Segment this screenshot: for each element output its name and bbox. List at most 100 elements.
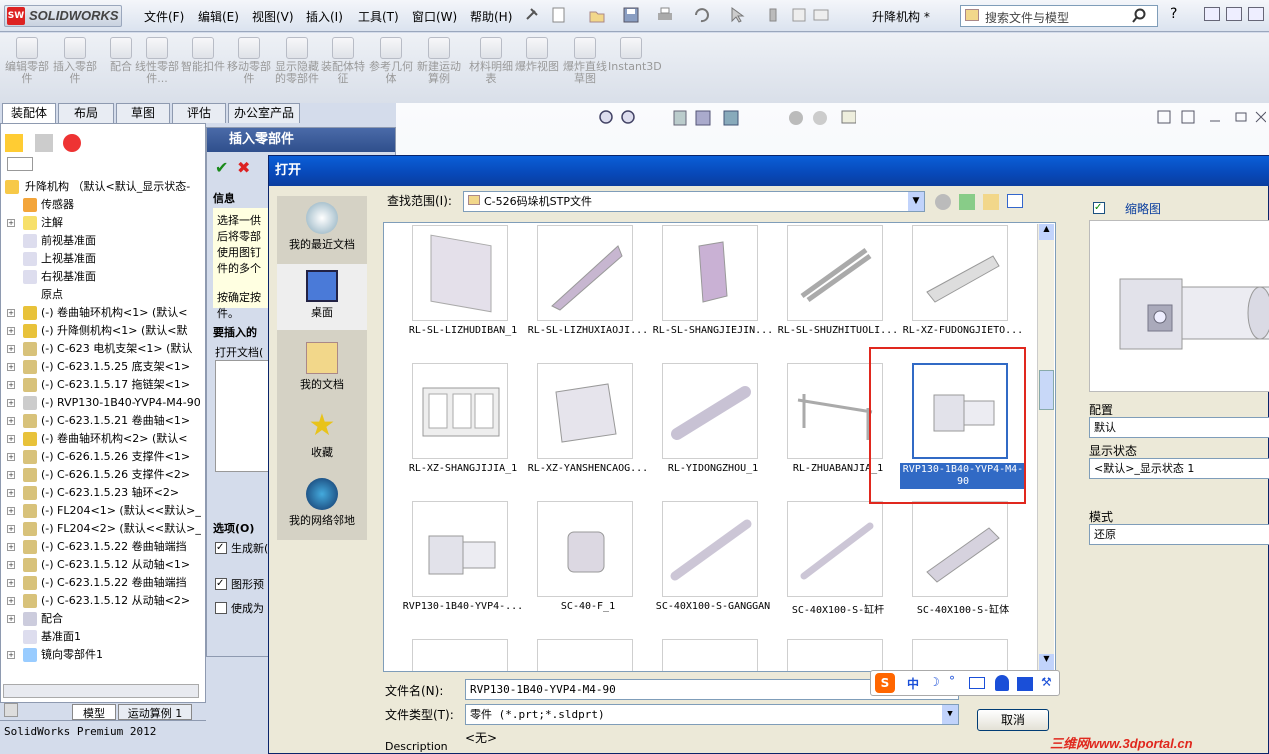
place-my-documents[interactable]: 我的文档 — [277, 342, 367, 392]
file-item[interactable] — [400, 639, 518, 671]
tree-item-20[interactable]: + (-) C-623.1.5.12 从动轴<1> — [1, 556, 205, 574]
config-select[interactable]: 默认 — [1089, 417, 1269, 438]
save-icon[interactable] — [622, 6, 640, 24]
solidworks-logo[interactable]: SW SOLIDWORKS — [4, 5, 122, 27]
ribbon-button-10[interactable]: 材料明细表 — [468, 37, 514, 99]
look-in-select[interactable]: C-526码垛机STP文件 ▼ — [463, 191, 925, 212]
file-properties-icon[interactable] — [790, 6, 808, 24]
wrench-icon[interactable]: ⚒ — [1041, 675, 1052, 689]
expand-icon[interactable]: + — [7, 579, 15, 587]
menu-view[interactable]: 视图(V) — [252, 8, 294, 25]
expand-icon[interactable]: + — [7, 489, 15, 497]
tree-item-15[interactable]: + (-) C-626.1.5.26 支撑件<2> — [1, 466, 205, 484]
tree-item-12[interactable]: + (-) C-623.1.5.21 卷曲轴<1> — [1, 412, 205, 430]
restore-button[interactable] — [1226, 7, 1242, 21]
viewport-window-controls[interactable] — [1156, 109, 1266, 125]
expand-icon[interactable]: + — [7, 543, 15, 551]
expand-icon[interactable]: + — [7, 363, 15, 371]
tree-item-18[interactable]: + (-) FL204<2> (默认<<默认>_ — [1, 520, 205, 538]
property-manager-icon[interactable] — [35, 134, 53, 152]
search-icon[interactable] — [1131, 8, 1147, 24]
tree-item-25[interactable]: + 镜向零部件1 — [1, 646, 205, 664]
expand-icon[interactable]: + — [7, 597, 15, 605]
expand-icon[interactable]: + — [7, 309, 15, 317]
open-documents-list[interactable] — [215, 360, 271, 472]
ribbon-button-13[interactable]: Instant3D — [608, 37, 662, 99]
ime-toolbar[interactable]: S 中 ☽ ° ⚒ — [870, 670, 1060, 696]
expand-icon[interactable]: + — [7, 381, 15, 389]
punctuation-icon[interactable]: ° — [949, 674, 955, 688]
file-item[interactable]: SC-40X100-S-缸杆 — [775, 501, 893, 621]
close-button[interactable] — [1248, 7, 1264, 21]
tree-item-0[interactable]: 传感器 — [1, 196, 205, 214]
tab-scroll-first-icon[interactable] — [4, 703, 18, 717]
filetype-select[interactable]: 零件 (*.prt;*.sldprt) ▼ — [465, 704, 959, 725]
expand-icon[interactable]: + — [7, 651, 15, 659]
mode-select[interactable]: 还原 — [1089, 524, 1269, 545]
file-item[interactable]: SC-40X100-S-GANGGAN — [650, 501, 770, 621]
rebuild-icon[interactable] — [764, 6, 782, 24]
tab-sketch[interactable]: 草图 — [116, 103, 170, 123]
back-icon[interactable] — [935, 194, 951, 210]
expand-icon[interactable]: + — [7, 525, 15, 533]
undo-icon[interactable] — [692, 6, 710, 24]
tree-item-22[interactable]: + (-) C-623.1.5.12 从动轴<2> — [1, 592, 205, 610]
minimize-button[interactable] — [1204, 7, 1220, 21]
tab-layout[interactable]: 布局 — [58, 103, 114, 123]
filter-icon[interactable] — [7, 157, 33, 171]
ribbon-button-9[interactable]: 新建运动算例 — [416, 37, 462, 99]
thumbnail-checkbox[interactable]: ✓ — [1093, 202, 1105, 214]
place-favorites[interactable]: ★ 收藏 — [277, 410, 367, 460]
tab-motion-study[interactable]: 运动算例 1 — [118, 704, 192, 720]
ime-language-indicator[interactable]: 中 — [907, 675, 919, 692]
tree-item-14[interactable]: + (-) C-626.1.5.26 支撑件<1> — [1, 448, 205, 466]
open-document-icon[interactable] — [588, 6, 606, 24]
tree-item-1[interactable]: + 注解 — [1, 214, 205, 232]
cancel-button[interactable]: 取消 — [977, 709, 1049, 731]
file-item[interactable] — [900, 639, 1018, 671]
file-item[interactable]: RVP130-1B40-YVP4-... — [400, 501, 523, 621]
file-item[interactable]: RL-XZ-SHANGJIJIA_1 — [400, 363, 518, 483]
tree-item-9[interactable]: + (-) C-623.1.5.25 底支架<1> — [1, 358, 205, 376]
tree-item-23[interactable]: + 配合 — [1, 610, 205, 628]
file-item[interactable] — [650, 639, 768, 671]
tree-item-10[interactable]: + (-) C-623.1.5.17 拖链架<1> — [1, 376, 205, 394]
tree-item-17[interactable]: + (-) FL204<1> (默认<<默认>_ — [1, 502, 205, 520]
tree-item-7[interactable]: + (-) 升降侧机构<1> (默认<默 — [1, 322, 205, 340]
expand-icon[interactable]: + — [7, 399, 15, 407]
chevron-down-icon[interactable]: ▼ — [908, 192, 924, 211]
tree-item-3[interactable]: 上视基准面 — [1, 250, 205, 268]
ribbon-button-7[interactable]: 装配体特征 — [320, 37, 366, 99]
appearance-icon[interactable] — [63, 134, 81, 152]
tree-item-2[interactable]: 前视基准面 — [1, 232, 205, 250]
keyboard-icon[interactable] — [969, 677, 985, 689]
tab-model[interactable]: 模型 — [72, 704, 116, 720]
menu-file[interactable]: 文件(F) — [144, 8, 184, 25]
new-folder-icon[interactable] — [983, 194, 999, 210]
menu-insert[interactable]: 插入(I) — [306, 8, 343, 25]
menu-tools[interactable]: 工具(T) — [358, 8, 399, 25]
scroll-thumb[interactable] — [1039, 370, 1054, 410]
file-item[interactable]: RL-XZ-FUDONGJIETO... — [900, 225, 1023, 345]
menu-window[interactable]: 窗口(W) — [412, 8, 457, 25]
ok-check-icon[interactable]: ✔ — [215, 158, 228, 177]
view-menu-icon[interactable] — [1007, 194, 1023, 208]
tree-item-24[interactable]: 基准面1 — [1, 628, 205, 646]
tree-item-21[interactable]: + (-) C-623.1.5.22 卷曲轴端挡 — [1, 574, 205, 592]
heads-up-view-toolbar[interactable] — [596, 109, 856, 127]
file-grid-scrollbar[interactable]: ▲ ▼ — [1037, 224, 1054, 670]
tree-root-assembly[interactable]: 升降机构 （默认<默认_显示状态- — [1, 178, 205, 196]
file-item[interactable]: RL-SL-LIZHUDIBAN_1 — [400, 225, 518, 345]
tree-item-16[interactable]: + (-) C-623.1.5.23 轴环<2> — [1, 484, 205, 502]
tree-item-5[interactable]: 原点 — [1, 286, 205, 304]
opt3-checkbox[interactable] — [215, 602, 227, 614]
select-cursor-icon[interactable] — [728, 6, 746, 24]
tree-item-8[interactable]: + (-) C-623 电机支架<1> (默认 — [1, 340, 205, 358]
expand-icon[interactable]: + — [7, 471, 15, 479]
display-state-select[interactable]: <默认>_显示状态 1 — [1089, 458, 1269, 479]
tree-item-11[interactable]: + (-) RVP130-1B40-YVP4-M4-90 — [1, 394, 205, 412]
file-item[interactable] — [775, 639, 893, 671]
ribbon-button-6[interactable]: 显示隐藏的零部件 — [274, 37, 320, 99]
file-item[interactable] — [525, 639, 643, 671]
ribbon-button-11[interactable]: 爆炸视图 — [514, 37, 560, 99]
